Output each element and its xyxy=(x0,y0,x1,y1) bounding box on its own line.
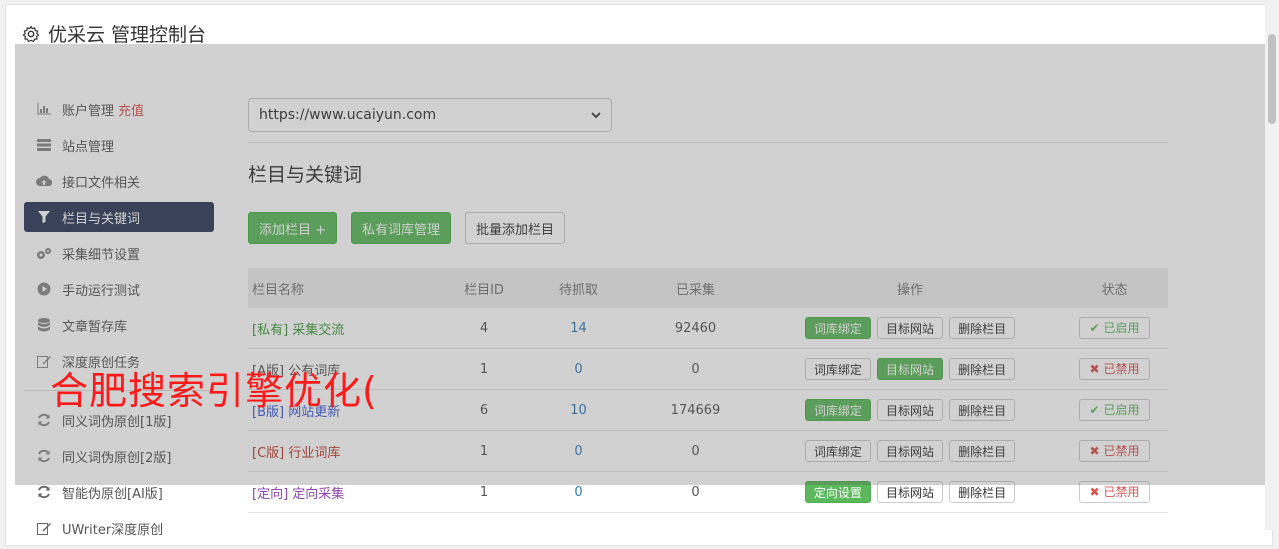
edit-icon xyxy=(36,520,52,536)
modal-overlay xyxy=(15,44,1265,485)
sidebar-item-label: 智能伪原创[AI版] xyxy=(62,486,163,502)
column-prefix: [定向] xyxy=(252,486,289,502)
page-title: 优采云 管理控制台 xyxy=(48,24,207,46)
page-header: 优采云 管理控制台 xyxy=(22,20,206,47)
scrollbar-thumb[interactable] xyxy=(1268,34,1276,124)
column-name: 定向采集 xyxy=(292,486,345,502)
sidebar-item-uwriter[interactable]: UWriter深度原创 xyxy=(24,513,214,543)
status-label: 已禁用 xyxy=(1103,485,1140,499)
watermark-text: 合肥搜索引擎优化( xyxy=(50,369,378,413)
gear-icon xyxy=(22,25,40,42)
sidebar-item-label: UWriter深度原创 xyxy=(62,522,164,538)
refresh-icon xyxy=(36,484,52,500)
close-icon: ✖ xyxy=(1089,485,1100,499)
